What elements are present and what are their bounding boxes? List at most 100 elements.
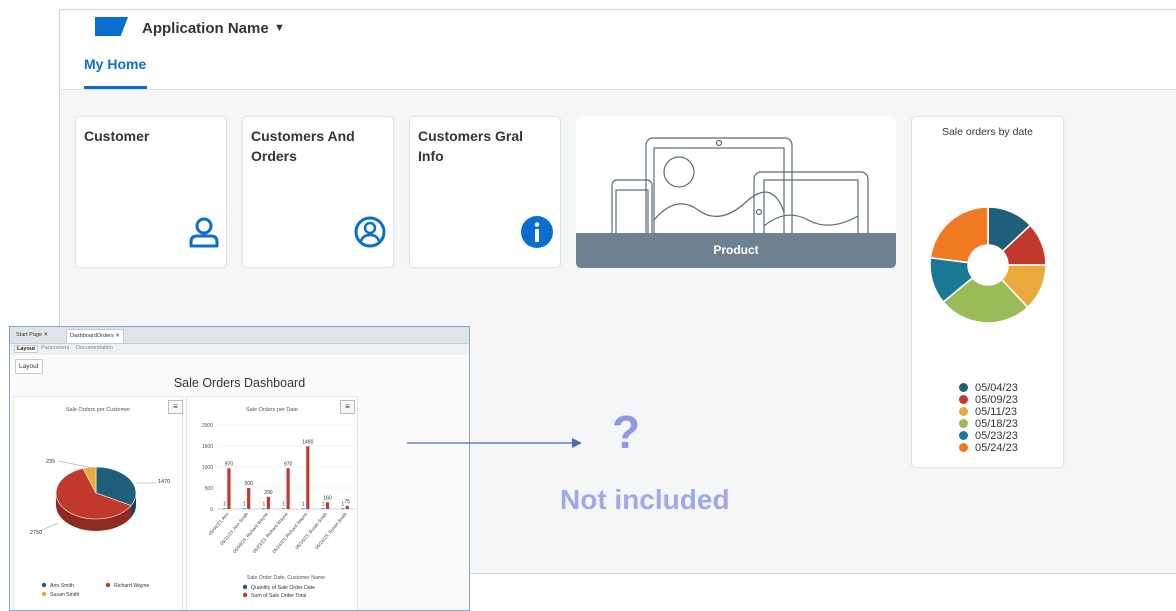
arrow-right-icon bbox=[407, 438, 582, 448]
chevron-down-icon[interactable]: ▼ bbox=[274, 22, 285, 34]
tab-start-page[interactable]: Start Page ✕ bbox=[13, 329, 51, 342]
genexus-editor-window: Start Page ✕ DashboardOrders ✕ Layout Pa… bbox=[9, 326, 470, 611]
legend-label: Sum of Sale Order Total bbox=[251, 593, 306, 599]
bar bbox=[242, 508, 246, 509]
editor-subtabs: Layout Parameters Documentation bbox=[10, 344, 469, 355]
tile-title: Customers And Orders bbox=[251, 128, 355, 164]
user-icon bbox=[189, 217, 219, 248]
legend-item: 05/23/23 bbox=[959, 430, 1018, 442]
tile-product[interactable]: Product bbox=[576, 116, 896, 268]
tile-title: Product bbox=[713, 243, 759, 257]
subtab-documentation[interactable]: Documentation bbox=[76, 345, 113, 351]
tab-label: DashboardOrders bbox=[70, 333, 114, 339]
y-tick-label: 2000 bbox=[202, 423, 213, 429]
x-tick-label: 05/24/23, Richard Wayne bbox=[271, 511, 308, 554]
pie-data-label: 1470 bbox=[158, 479, 170, 485]
legend-label: Richard Wayne bbox=[114, 583, 149, 589]
bar bbox=[266, 496, 270, 509]
legend-label: 05/11/23 bbox=[975, 406, 1018, 418]
donut-slice bbox=[929, 206, 989, 264]
bar bbox=[222, 508, 227, 509]
dashboard-title: Sale Orders Dashboard bbox=[173, 376, 306, 390]
legend-item: 05/09/23 bbox=[959, 394, 1018, 406]
legend-swatch bbox=[41, 591, 47, 597]
bar-data-label: 1 bbox=[243, 501, 246, 507]
tile-customers-and-orders[interactable]: Customers And Orders bbox=[242, 116, 394, 268]
bar-data-label: 970 bbox=[284, 461, 293, 467]
pie-label-leader bbox=[57, 460, 99, 470]
question-mark: ? bbox=[612, 406, 641, 458]
legend-item: 05/11/23 bbox=[959, 406, 1017, 418]
bar bbox=[325, 502, 330, 509]
legend-label: Quantity of Sale Order Date bbox=[251, 585, 315, 591]
chart-panel-dates: Sale Orders per Date ≡ 2000 1500 1000 500 0 1… bbox=[186, 396, 358, 610]
bar bbox=[306, 446, 310, 509]
tab-dashboard-orders[interactable]: DashboardOrders ✕ bbox=[66, 329, 124, 343]
tab-my-home[interactable]: My Home bbox=[84, 56, 146, 72]
pie-chart: 1470 2750 235 Ann Smith Richard Wayne Susan S… bbox=[30, 459, 170, 598]
y-tick-label: 500 bbox=[205, 486, 214, 492]
bar-data-label: 1 bbox=[223, 501, 226, 507]
bar bbox=[301, 508, 305, 509]
subtab-layout[interactable]: Layout bbox=[14, 345, 39, 353]
bar bbox=[321, 508, 325, 509]
pie-label-leader bbox=[39, 522, 59, 532]
legend-swatch bbox=[41, 582, 47, 588]
bar-data-label: 970 bbox=[225, 461, 234, 467]
bar-data-label: 1490 bbox=[302, 439, 313, 445]
tile-customers-gral-info[interactable]: Customers Gral Info bbox=[409, 116, 561, 268]
layout-button[interactable]: Layout bbox=[15, 359, 43, 374]
tab-active-indicator bbox=[84, 86, 147, 89]
donut-chart bbox=[929, 206, 1047, 324]
legend-label: Ann Smith bbox=[50, 583, 74, 589]
bar bbox=[262, 508, 266, 509]
legend-label: 05/23/23 bbox=[975, 430, 1018, 442]
legend-label: 05/09/23 bbox=[975, 394, 1018, 406]
bar bbox=[227, 468, 231, 509]
chart-title: Sale orders by date bbox=[941, 126, 1034, 138]
bar-data-label: 1 bbox=[262, 501, 265, 507]
y-tick-label: 0 bbox=[210, 507, 213, 513]
bar-data-label: 500 bbox=[244, 481, 253, 487]
legend-label: 05/04/23 bbox=[975, 382, 1018, 394]
legend-label: 05/24/23 bbox=[975, 442, 1018, 454]
user-circle-icon bbox=[354, 216, 386, 248]
tile-title: Customers Gral Info bbox=[418, 128, 524, 164]
legend-swatch bbox=[959, 443, 968, 452]
x-tick-label: 05/09/23, Richard Wayne bbox=[232, 511, 269, 554]
legend-label: 05/18/23 bbox=[975, 418, 1018, 430]
x-axis-label: Sale Order Date, Customer Name bbox=[247, 575, 325, 581]
bar bbox=[345, 505, 349, 509]
info-icon bbox=[521, 216, 553, 248]
tab-label: Start Page bbox=[16, 332, 42, 338]
legend-swatch bbox=[105, 582, 111, 588]
legend-item: 05/24/23 bbox=[959, 442, 1018, 454]
bar-data-label: 160 bbox=[323, 495, 332, 501]
legend-swatch bbox=[959, 383, 968, 392]
bar bbox=[286, 468, 290, 509]
bar-data-label: 1 bbox=[302, 501, 305, 507]
company-logo[interactable] bbox=[95, 17, 128, 36]
subtab-parameters[interactable]: Parameters bbox=[41, 345, 69, 351]
tile-sale-orders-by-date[interactable]: Sale orders by date 05/04/23 05/09/23 05… bbox=[911, 116, 1064, 468]
legend-swatch bbox=[959, 395, 968, 404]
legend-swatch bbox=[959, 431, 968, 440]
tile-title: Customer bbox=[84, 128, 150, 144]
legend-swatch bbox=[959, 419, 968, 428]
bar-data-label: 290 bbox=[264, 490, 273, 496]
bar bbox=[341, 508, 345, 509]
app-name-menu[interactable]: Application Name bbox=[142, 20, 269, 37]
editor-tab-bar: Start Page ✕ DashboardOrders ✕ bbox=[10, 327, 469, 344]
bar bbox=[282, 508, 286, 509]
y-tick-label: 1000 bbox=[202, 465, 213, 471]
not-included-label: Not included bbox=[560, 484, 730, 515]
legend-swatch bbox=[959, 407, 968, 416]
bar bbox=[247, 488, 251, 509]
legend-swatch bbox=[242, 584, 248, 590]
tile-customer[interactable]: Customer bbox=[75, 116, 227, 268]
bar-data-label: 75 bbox=[344, 499, 350, 505]
bar-data-label: 1 bbox=[322, 501, 325, 507]
legend-item: 05/04/23 bbox=[959, 382, 1018, 394]
pie-data-label: 2750 bbox=[30, 530, 42, 536]
chart-panel-customers: Sale Orders per Customer ≡ 1470 2750 235 An… bbox=[13, 396, 183, 610]
